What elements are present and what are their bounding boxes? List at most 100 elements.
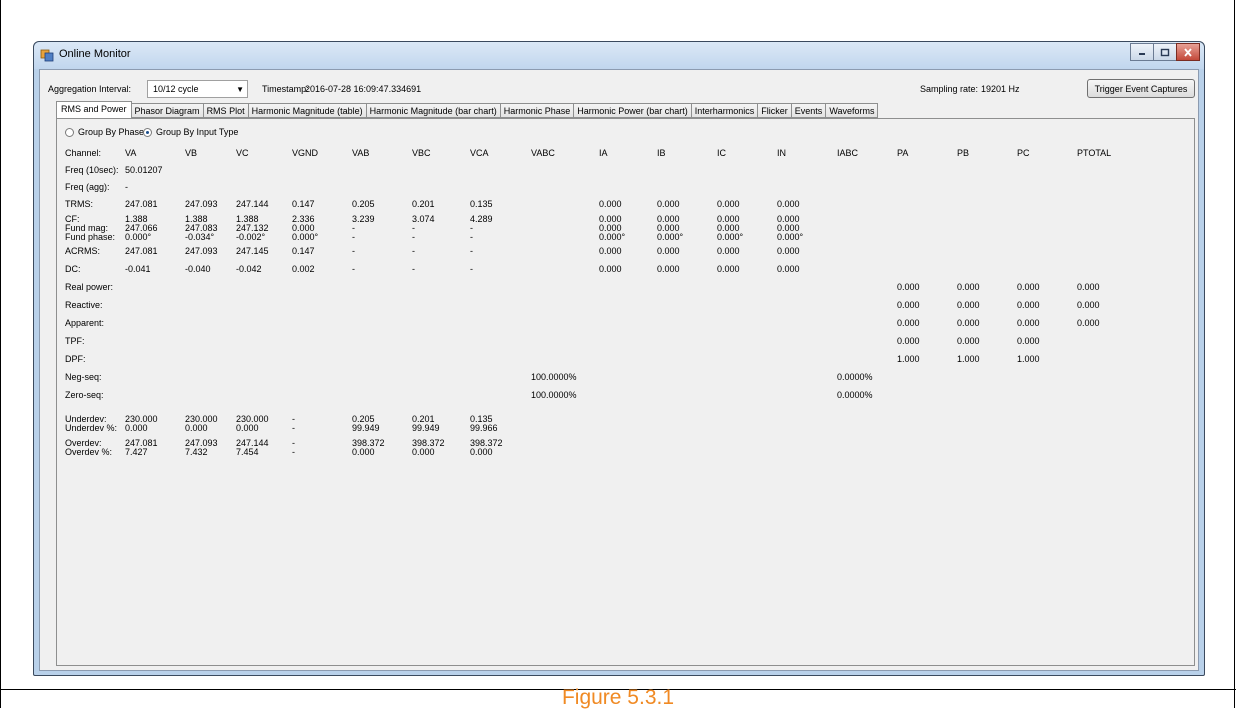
table-cell: 0.002 bbox=[292, 264, 315, 274]
table-cell: 99.949 bbox=[352, 423, 380, 433]
table-cell: - bbox=[352, 264, 355, 274]
table-cell: 100.0000% bbox=[531, 390, 577, 400]
row-label: Apparent: bbox=[65, 318, 105, 328]
column-header: IN bbox=[777, 148, 786, 158]
table-cell: - bbox=[412, 246, 415, 256]
table-cell: -0.034° bbox=[185, 232, 215, 242]
table-cell: 1.000 bbox=[1017, 354, 1040, 364]
table-cell: 0.000 bbox=[599, 199, 622, 209]
group-by-phase-radio[interactable]: Group By Phase bbox=[65, 127, 144, 137]
row-label: Zero-seq: bbox=[65, 390, 104, 400]
table-cell: 0.147 bbox=[292, 246, 315, 256]
table-cell: 0.000 bbox=[897, 282, 920, 292]
tab-rms-plot[interactable]: RMS Plot bbox=[203, 103, 249, 118]
tab-phasor-diagram[interactable]: Phasor Diagram bbox=[131, 103, 204, 118]
figure-caption: Figure 5.3.1 bbox=[561, 686, 675, 709]
table-cell: - bbox=[125, 182, 128, 192]
dropdown-arrow-icon: ▼ bbox=[236, 85, 244, 94]
table-cell: 0.205 bbox=[352, 199, 375, 209]
table-cell: 0.000 bbox=[957, 318, 980, 328]
aggregation-interval-label: Aggregation Interval: bbox=[48, 84, 132, 94]
aggregation-interval-combo[interactable]: 10/12 cycle ▼ bbox=[147, 80, 248, 98]
tab-interharmonics[interactable]: Interharmonics bbox=[691, 103, 759, 118]
table-cell: 99.966 bbox=[470, 423, 498, 433]
window-title: Online Monitor bbox=[59, 48, 131, 60]
table-cell: 0.000 bbox=[1077, 300, 1100, 310]
radio-selected-icon bbox=[143, 127, 152, 137]
maximize-icon bbox=[1160, 48, 1170, 56]
table-cell: - bbox=[352, 232, 355, 242]
table-cell: 0.000 bbox=[1017, 300, 1040, 310]
maximize-button[interactable] bbox=[1153, 43, 1177, 61]
close-button[interactable] bbox=[1176, 43, 1200, 61]
table-cell: - bbox=[292, 423, 295, 433]
table-cell: 0.000° bbox=[717, 232, 744, 242]
table-cell: 0.000 bbox=[957, 282, 980, 292]
row-label: Freq (agg): bbox=[65, 182, 110, 192]
row-label: ACRMS: bbox=[65, 246, 101, 256]
table-cell: - bbox=[470, 232, 473, 242]
tab-harmonic-phase[interactable]: Harmonic Phase bbox=[500, 103, 575, 118]
table-cell: 1.000 bbox=[897, 354, 920, 364]
column-header: IB bbox=[657, 148, 666, 158]
table-cell: 0.000 bbox=[777, 246, 800, 256]
tab-harmonic-magnitude-bar-chart[interactable]: Harmonic Magnitude (bar chart) bbox=[366, 103, 501, 118]
table-cell: 0.000 bbox=[1077, 318, 1100, 328]
table-cell: 0.000 bbox=[717, 246, 740, 256]
table-cell: - bbox=[412, 232, 415, 242]
column-header: VGND bbox=[292, 148, 319, 158]
table-cell: 0.000 bbox=[1017, 282, 1040, 292]
table-cell: 4.289 bbox=[470, 214, 493, 224]
tab-strip: RMS and Power Phasor Diagram RMS Plot Harmo… bbox=[56, 101, 879, 118]
tab-harmonic-magnitude-table[interactable]: Harmonic Magnitude (table) bbox=[248, 103, 367, 118]
table-cell: 50.01207 bbox=[125, 165, 163, 175]
table-cell: 0.000 bbox=[717, 264, 740, 274]
table-cell: 0.000 bbox=[412, 447, 435, 457]
table-cell: 0.000° bbox=[599, 232, 626, 242]
trigger-event-captures-button[interactable]: Trigger Event Captures bbox=[1087, 79, 1195, 98]
table-cell: 3.239 bbox=[352, 214, 375, 224]
table-cell: - bbox=[412, 264, 415, 274]
sampling-rate-value: 19201 Hz bbox=[981, 84, 1020, 94]
table-cell: 7.432 bbox=[185, 447, 208, 457]
tab-waveforms[interactable]: Waveforms bbox=[826, 103, 879, 118]
group-by-input-type-radio[interactable]: Group By Input Type bbox=[143, 127, 238, 137]
table-cell: 0.000 bbox=[1017, 336, 1040, 346]
table-cell: 0.000 bbox=[957, 300, 980, 310]
tab-events[interactable]: Events bbox=[791, 103, 827, 118]
table-cell: 0.201 bbox=[412, 199, 435, 209]
rms-and-power-panel: Group By Phase Group By Input Type Chann… bbox=[56, 118, 1195, 666]
table-cell: 7.427 bbox=[125, 447, 148, 457]
row-label: Channel: bbox=[65, 148, 102, 158]
radio-circle-icon bbox=[65, 127, 74, 137]
table-cell: 247.081 bbox=[125, 246, 158, 256]
figure-frame-right bbox=[1234, 0, 1235, 708]
table-cell: 247.144 bbox=[236, 199, 269, 209]
row-label: TRMS: bbox=[65, 199, 93, 209]
timestamp-label: Timestamp: bbox=[262, 84, 309, 94]
column-header: VC bbox=[236, 148, 249, 158]
table-cell: 0.147 bbox=[292, 199, 315, 209]
table-cell: 0.000 bbox=[657, 264, 680, 274]
title-bar[interactable]: Online Monitor bbox=[34, 42, 1204, 69]
column-header: PTOTAL bbox=[1077, 148, 1112, 158]
column-header: PB bbox=[957, 148, 970, 158]
sampling-rate-label: Sampling rate: bbox=[920, 84, 979, 94]
row-label: Underdev %: bbox=[65, 423, 118, 433]
table-cell: -0.042 bbox=[236, 264, 262, 274]
tab-flicker[interactable]: Flicker bbox=[758, 103, 792, 118]
column-header: PC bbox=[1017, 148, 1030, 158]
row-label: TPF: bbox=[65, 336, 85, 346]
table-cell: 247.145 bbox=[236, 246, 269, 256]
table-cell: 0.000 bbox=[125, 423, 148, 433]
table-cell: 0.000° bbox=[657, 232, 684, 242]
close-icon bbox=[1184, 47, 1192, 57]
minimize-button[interactable] bbox=[1130, 43, 1154, 61]
table-cell: 0.000 bbox=[777, 264, 800, 274]
column-header: IABC bbox=[837, 148, 859, 158]
table-cell: 0.000° bbox=[125, 232, 152, 242]
table-cell: - bbox=[292, 447, 295, 457]
table-cell: 0.000 bbox=[957, 336, 980, 346]
tab-rms-and-power[interactable]: RMS and Power bbox=[56, 101, 132, 118]
tab-harmonic-power-bar-chart[interactable]: Harmonic Power (bar chart) bbox=[574, 103, 692, 118]
